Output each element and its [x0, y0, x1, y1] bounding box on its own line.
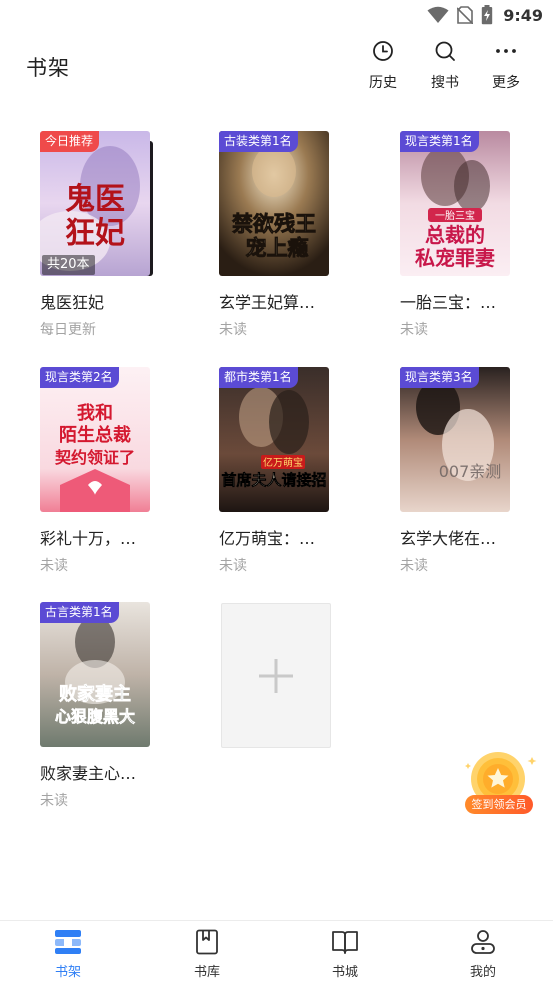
book-item[interactable]: 败家妻主 心狠腹黑大 古言类第1名 败家妻主心… 未读 [40, 602, 170, 810]
history-button[interactable]: 历史 [353, 40, 413, 92]
add-book-button[interactable] [221, 603, 331, 748]
book-title: 彩礼十万，… [40, 529, 137, 548]
bookstore-icon [332, 931, 358, 954]
tab-profile-label: 我的 [469, 965, 496, 980]
book-title: 亿万萌宝：… [219, 529, 316, 548]
tab-bookshelf-label: 书架 [54, 965, 81, 980]
book-title: 玄学大佬在… [400, 529, 497, 548]
book-status: 每日更新 [40, 322, 96, 338]
book-status: 未读 [400, 322, 428, 338]
search-book-button[interactable]: 搜书 [415, 40, 475, 92]
status-time: 9:49 [503, 5, 543, 25]
book-item[interactable]: 亿万萌宝 首席夫人请接招 都市类第1名 亿万萌宝：… 未读 [219, 367, 349, 575]
book-item[interactable]: 我和 陌生总裁 契约领证了 现言类第2名 彩礼十万，… 未读 [40, 367, 170, 575]
svg-text:亿万萌宝: 亿万萌宝 [263, 456, 303, 469]
svg-text:宠上瘾: 宠上瘾 [246, 235, 309, 260]
more-button[interactable]: 更多 [476, 40, 536, 92]
svg-text:总裁的: 总裁的 [425, 223, 485, 247]
sign-in-reward-button[interactable]: 签到领会员 [462, 749, 540, 819]
more-dots-icon [496, 49, 516, 53]
book-cover: 败家妻主 心狠腹黑大 [40, 602, 150, 747]
volume-count: 共20本 [42, 255, 95, 275]
book-status: 未读 [400, 558, 428, 574]
rank-badge: 现言类第1名 [400, 131, 479, 152]
svg-text:心狠腹黑大: 心狠腹黑大 [55, 707, 135, 726]
rank-badge: 现言类第2名 [40, 367, 119, 388]
svg-text:契约领证了: 契约领证了 [54, 448, 135, 467]
tab-bookstore[interactable]: 书城 [310, 929, 380, 980]
book-cover: 一胎三宝 总裁的 私宠罪妻 [400, 131, 510, 276]
book-item[interactable]: 禁欲残王 宠上瘾 古装类第1名 玄学王妃算… 未读 [219, 131, 349, 339]
library-icon [196, 929, 218, 955]
cover-title-art: 鬼医 [65, 182, 125, 217]
bottom-nav: 书架 书库 书城 我的 [0, 920, 553, 983]
book-status: 未读 [219, 558, 247, 574]
plus-icon [259, 659, 293, 693]
bookshelf-screen: 9:49 书架 历史 搜书 更多 鬼医 狂妃 今日推荐 共20本 鬼医狂妃 每日… [0, 0, 553, 983]
book-cover: 禁欲残王 宠上瘾 [219, 131, 329, 276]
svg-text:私宠罪妻: 私宠罪妻 [415, 246, 495, 270]
rank-badge: 现言类第3名 [400, 367, 479, 388]
book-item[interactable]: 007亲测 现言类第3名 玄学大佬在… 未读 [400, 367, 530, 575]
book-title: 鬼医狂妃 [40, 293, 105, 312]
reward-label: 签到领会员 [465, 795, 533, 814]
status-bar: 9:49 [0, 0, 553, 30]
book-cover: 007亲测 [400, 367, 510, 512]
clock-icon [373, 41, 393, 61]
svg-text:一胎三宝: 一胎三宝 [435, 209, 475, 222]
tab-profile[interactable]: 我的 [448, 929, 518, 980]
book-item[interactable]: 鬼医 狂妃 今日推荐 共20本 鬼医狂妃 每日更新 [40, 131, 170, 339]
page-title: 书架 [26, 56, 70, 80]
rank-badge: 都市类第1名 [219, 367, 298, 388]
rank-badge: 古装类第1名 [219, 131, 298, 152]
book-cover: 我和 陌生总裁 契约领证了 [40, 367, 150, 512]
book-status: 未读 [40, 558, 68, 574]
rank-badge: 今日推荐 [40, 131, 100, 152]
battery-charging-icon [482, 5, 493, 25]
book-status: 未读 [40, 793, 68, 809]
svg-text:007亲测: 007亲测 [439, 462, 502, 481]
book-title: 玄学王妃算… [219, 293, 316, 312]
book-cover: 亿万萌宝 首席夫人请接招 [219, 367, 329, 512]
history-label: 历史 [369, 75, 397, 91]
tab-library[interactable]: 书库 [172, 929, 242, 980]
book-title: 败家妻主心… [40, 764, 137, 783]
more-label: 更多 [492, 75, 520, 91]
svg-text:我和: 我和 [77, 403, 113, 424]
svg-text:败家妻主: 败家妻主 [59, 683, 131, 705]
svg-text:禁欲残王: 禁欲残王 [232, 211, 316, 236]
tab-bookstore-label: 书城 [331, 965, 358, 980]
bookshelf-icon [55, 930, 81, 954]
book-status: 未读 [219, 322, 247, 338]
search-icon [435, 41, 455, 61]
wifi-icon [427, 6, 449, 23]
search-label: 搜书 [431, 75, 459, 91]
book-title: 一胎三宝：… [400, 293, 497, 312]
rank-badge: 古言类第1名 [40, 602, 119, 623]
tab-bookshelf[interactable]: 书架 [33, 929, 103, 980]
svg-text:狂妃: 狂妃 [65, 216, 125, 251]
book-item[interactable]: 一胎三宝 总裁的 私宠罪妻 现言类第1名 一胎三宝：… 未读 [400, 131, 530, 339]
no-sim-icon [457, 6, 474, 24]
svg-text:首席夫人请接招: 首席夫人请接招 [221, 471, 326, 489]
tab-library-label: 书库 [193, 965, 220, 980]
svg-text:陌生总裁: 陌生总裁 [59, 424, 131, 446]
profile-icon [471, 930, 495, 954]
